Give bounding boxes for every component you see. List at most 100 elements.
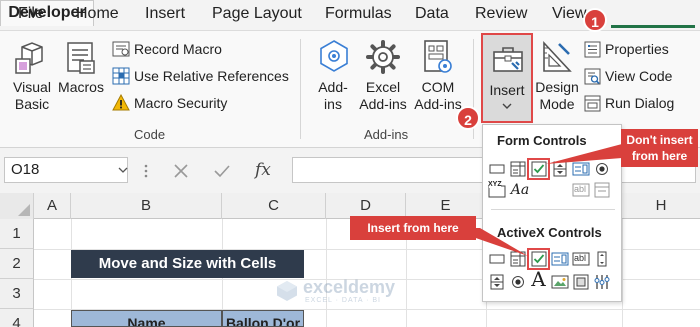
chevron-down-icon[interactable] [118,167,128,174]
option-button-icon [511,276,524,288]
design-mode-label-2: Mode [539,96,575,112]
button-control-icon [489,164,504,174]
gear-icon [366,40,400,74]
activex-option-button-control[interactable] [508,273,527,291]
tab-page-layout[interactable]: Page Layout [212,5,302,23]
image-icon [551,275,568,289]
combo-list-edit-icon [594,182,609,198]
step-badge-1: 1 [583,8,607,32]
list-box-icon [551,252,568,266]
activex-list-box-control[interactable] [550,250,569,268]
add-ins-label-2: ins [324,96,342,112]
column-header-b[interactable]: B [71,193,222,219]
form-button-control[interactable] [487,160,506,178]
insert-from-here-callout: Insert from here [350,216,476,240]
row-header-1[interactable]: 1 [0,219,34,249]
form-label-control[interactable]: Aa [508,181,532,199]
dont-insert-callout-line-2: from here [631,149,688,163]
exceldemy-watermark: exceldemy EXCEL · DATA · BI [275,277,475,307]
excel-add-ins-label-1: Excel [365,79,401,95]
com-add-ins-icon [424,40,452,73]
activex-text-box-control[interactable]: abl [571,250,590,268]
select-all-triangle-icon [18,204,30,216]
activex-label-control[interactable]: A [529,267,548,291]
tab-file[interactable]: File [18,5,44,23]
use-relative-references-label: Use Relative References [134,68,289,84]
activex-more-controls[interactable] [592,273,611,291]
activex-image-control[interactable] [550,273,569,291]
group-label-code: Code [134,127,166,142]
design-mode-icon [543,40,572,72]
activex-toggle-button-control[interactable] [571,273,590,291]
tab-home[interactable]: Home [76,5,119,23]
gridline [622,219,623,327]
xyz-label: XYZ [488,181,502,188]
record-macro-icon [112,41,130,57]
form-combo-box-control[interactable] [508,160,527,178]
exceldemy-logo-icon [277,281,297,301]
form-combo-list-edit-control[interactable] [592,181,611,199]
more-options-icon [144,164,148,178]
table-header-ballon-dor[interactable]: Ballon D'or [222,310,304,327]
tab-review[interactable]: Review [475,5,527,23]
macro-security-label: Macro Security [134,95,228,111]
watermark-tagline: EXCEL · DATA · BI [305,297,381,304]
gridline [326,219,327,327]
relative-references-icon [112,67,130,85]
insert-controls-label: Insert [489,82,525,98]
toggle-button-icon [573,274,588,290]
more-controls-icon [594,275,609,289]
record-macro-label: Record Macro [134,41,222,57]
properties-icon [584,41,601,58]
chevron-down-icon [502,103,512,109]
tab-insert[interactable]: Insert [145,5,185,23]
ab-label: abl [574,184,587,194]
dont-insert-callout-line-1: Don't insert [626,133,693,147]
step-badge-2: 2 [456,106,480,130]
active-tab-underline [611,25,695,28]
tab-data[interactable]: Data [415,5,449,23]
scroll-bar-icon [597,251,606,267]
column-header-c[interactable]: C [222,193,326,219]
cancel-icon[interactable] [173,163,189,179]
table-header-name[interactable]: Name [71,310,222,327]
column-header-h[interactable]: H [622,193,700,219]
group-label-add-ins: Add-ins [364,127,409,142]
excel-add-ins-label-2: Add-ins [359,96,407,112]
add-ins-icon [320,40,348,72]
insert-function-button[interactable]: fx [255,160,271,180]
design-mode-label-1: Design [535,79,579,95]
add-ins-label-1: Add- [318,79,348,95]
macros-label: Macros [58,79,104,95]
title-cell[interactable]: Move and Size with Cells [71,250,304,278]
activex-spin-button-control[interactable] [487,273,506,291]
com-add-ins-label-1: COM [421,79,455,95]
tab-formulas[interactable]: Formulas [325,5,392,23]
macros-icon [67,42,95,74]
callout-pointer [470,228,528,256]
visual-basic-label-1: Visual [13,79,51,95]
ab-label: abl [574,253,587,263]
group-separator [300,39,301,139]
row-header-3[interactable]: 3 [0,279,34,309]
row-header-4[interactable]: 4 [0,309,34,327]
form-text-field-control[interactable]: abl [571,181,590,199]
insert-controls-button[interactable]: Insert [481,33,533,123]
run-dialog-label: Run Dialog [605,95,675,111]
toolbox-icon [493,47,523,72]
dont-insert-callout: Don't insert from here [621,129,698,167]
tab-view[interactable]: View [552,5,586,23]
check-icon[interactable] [213,163,231,179]
column-header-a[interactable]: A [34,193,71,219]
select-all-corner[interactable] [0,193,34,219]
view-code-label: View Code [605,68,673,84]
row-header-2[interactable]: 2 [0,249,34,279]
spin-button-icon [490,274,503,290]
watermark-brand: exceldemy [303,277,396,297]
properties-label: Properties [605,41,669,57]
name-box[interactable]: O18 [4,157,128,183]
dropdown-divider [491,209,615,210]
form-group-box-control[interactable]: XYZ [487,181,506,199]
run-dialog-icon [584,95,601,112]
activex-scroll-bar-control[interactable] [592,250,611,268]
